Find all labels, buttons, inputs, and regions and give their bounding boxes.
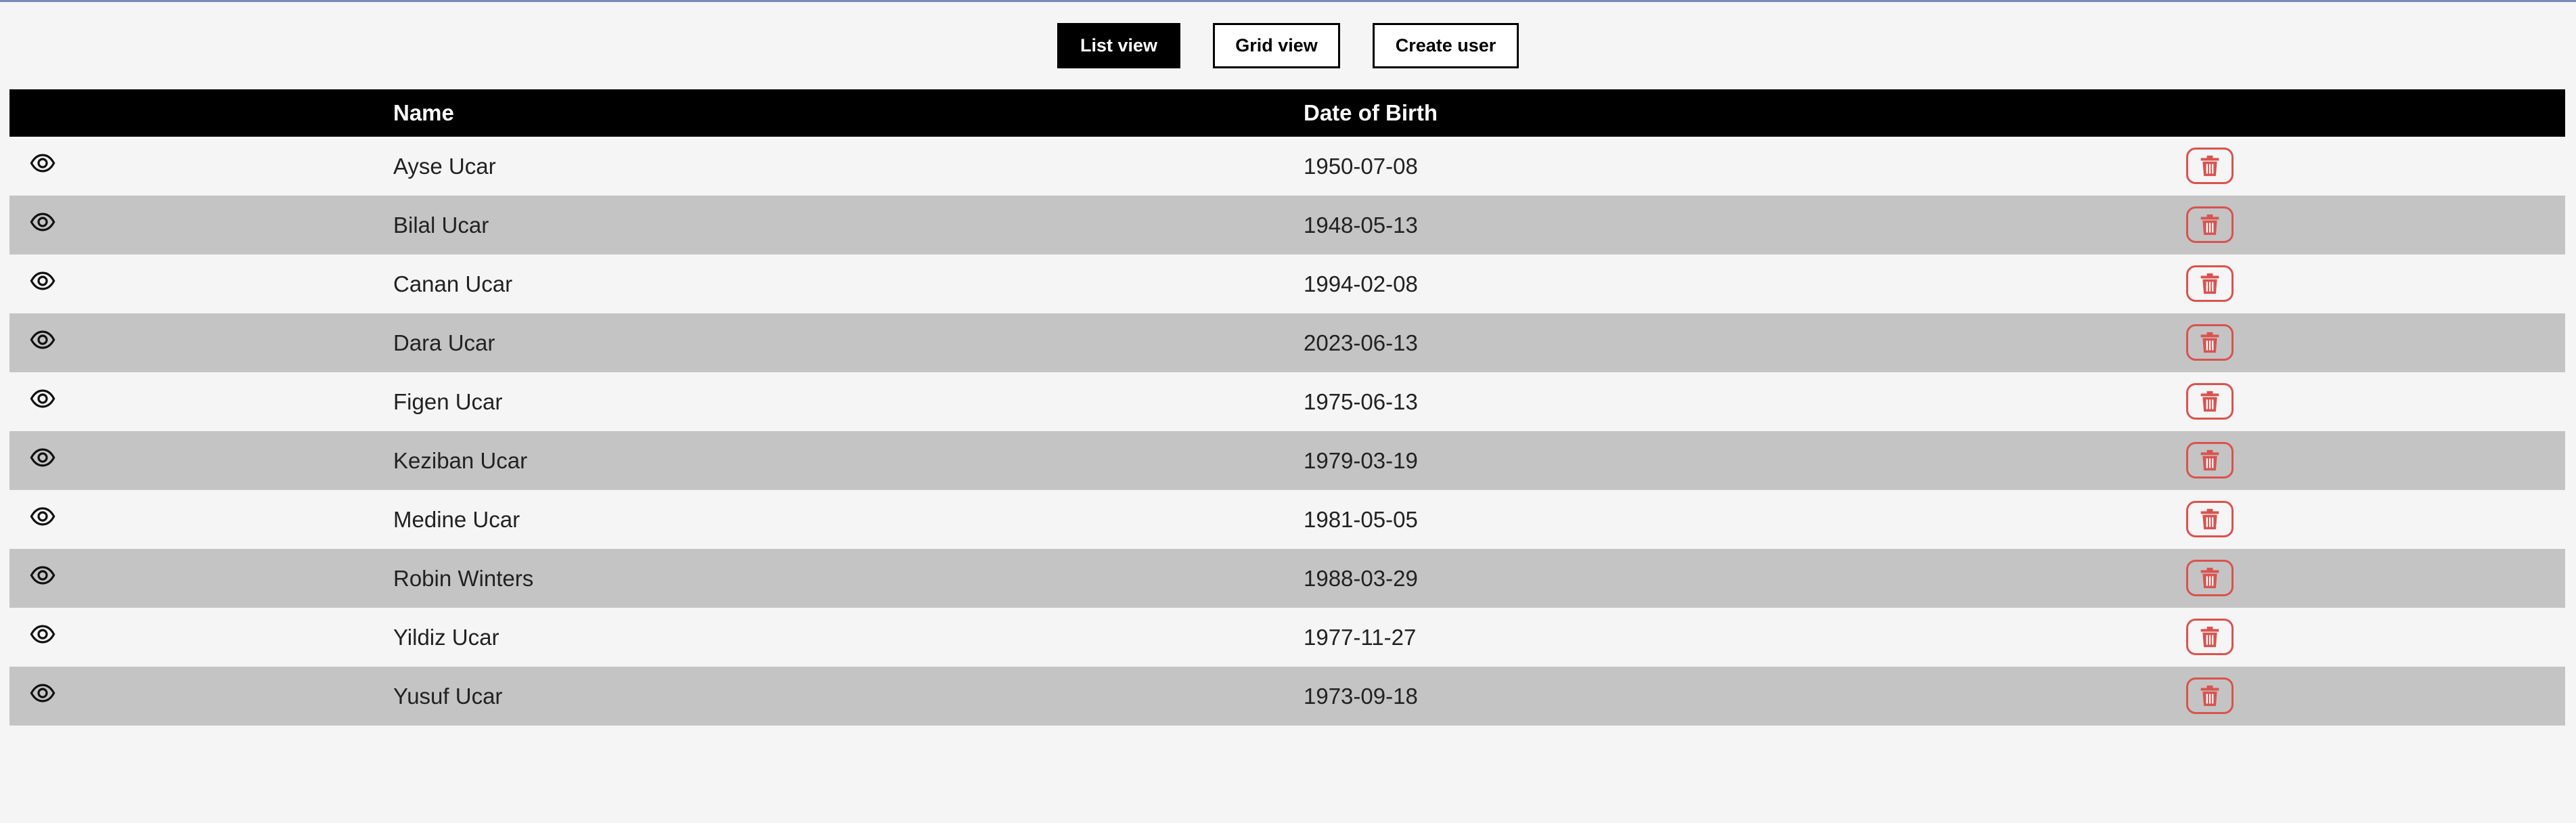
user-dob: 1948-05-13 xyxy=(1304,213,1418,238)
delete-user-button[interactable] xyxy=(2186,148,2234,184)
user-name: Dara Ucar xyxy=(393,330,495,355)
list-view-button[interactable]: List view xyxy=(1057,23,1180,68)
user-name: Medine Ucar xyxy=(393,507,520,532)
user-name: Robin Winters xyxy=(393,566,534,591)
create-user-button[interactable]: Create user xyxy=(1373,23,1519,68)
grid-view-button[interactable]: Grid view xyxy=(1213,23,1340,68)
eye-icon[interactable] xyxy=(30,680,55,706)
eye-icon[interactable] xyxy=(30,621,55,647)
user-dob: 1979-03-19 xyxy=(1304,448,1418,473)
view-toolbar: List view Grid view Create user xyxy=(0,23,2576,68)
eye-icon[interactable] xyxy=(30,209,55,235)
user-dob: 1973-09-18 xyxy=(1304,684,1418,709)
eye-icon[interactable] xyxy=(30,386,55,412)
delete-user-button[interactable] xyxy=(2186,206,2234,243)
eye-icon[interactable] xyxy=(30,268,55,294)
user-name: Yusuf Ucar xyxy=(393,684,503,709)
eye-icon[interactable] xyxy=(30,445,55,470)
trash-icon xyxy=(2200,391,2219,412)
trash-icon xyxy=(2200,155,2219,177)
user-dob: 2023-06-13 xyxy=(1304,330,1418,355)
eye-icon[interactable] xyxy=(30,562,55,588)
top-border xyxy=(0,0,2576,2)
delete-user-button[interactable] xyxy=(2186,442,2234,479)
user-dob: 1950-07-08 xyxy=(1304,154,1418,179)
trash-icon xyxy=(2200,332,2219,353)
table-row: Canan Ucar 1994-02-08 xyxy=(9,254,2565,313)
user-dob: 1977-11-27 xyxy=(1304,625,1417,650)
table-row: Yusuf Ucar 1973-09-18 xyxy=(9,667,2565,726)
trash-icon xyxy=(2200,626,2219,648)
user-name: Ayse Ucar xyxy=(393,154,496,179)
delete-user-button[interactable] xyxy=(2186,501,2234,537)
users-table: Name Date of Birth Ayse Ucar 1950-07-08 xyxy=(9,89,2565,726)
table-row: Figen Ucar 1975-06-13 xyxy=(9,372,2565,431)
table-header: Name Date of Birth xyxy=(9,89,2565,137)
user-dob: 1975-06-13 xyxy=(1304,389,1418,414)
delete-user-button[interactable] xyxy=(2186,265,2234,302)
user-name: Figen Ucar xyxy=(393,389,503,414)
delete-user-button[interactable] xyxy=(2186,677,2234,714)
table-row: Dara Ucar 2023-06-13 xyxy=(9,313,2565,372)
eye-icon[interactable] xyxy=(30,327,55,353)
user-dob: 1988-03-29 xyxy=(1304,566,1418,591)
trash-icon xyxy=(2200,273,2219,294)
table-body: Ayse Ucar 1950-07-08 Bilal Ucar 1948-05-… xyxy=(9,137,2565,726)
user-name: Yildiz Ucar xyxy=(393,625,499,650)
trash-icon xyxy=(2200,508,2219,530)
table-row: Yildiz Ucar 1977-11-27 xyxy=(9,608,2565,667)
column-header-dob: Date of Birth xyxy=(1304,100,1438,125)
trash-icon xyxy=(2200,449,2219,471)
eye-icon[interactable] xyxy=(30,150,55,176)
user-dob: 1981-05-05 xyxy=(1304,507,1418,532)
user-dob: 1994-02-08 xyxy=(1304,271,1418,296)
trash-icon xyxy=(2200,214,2219,236)
eye-icon[interactable] xyxy=(30,504,55,529)
delete-user-button[interactable] xyxy=(2186,383,2234,420)
user-name: Keziban Ucar xyxy=(393,448,528,473)
table-row: Medine Ucar 1981-05-05 xyxy=(9,490,2565,549)
trash-icon xyxy=(2200,685,2219,707)
table-row: Bilal Ucar 1948-05-13 xyxy=(9,196,2565,254)
delete-user-button[interactable] xyxy=(2186,324,2234,361)
table-row: Keziban Ucar 1979-03-19 xyxy=(9,431,2565,490)
user-name: Canan Ucar xyxy=(393,271,513,296)
table-row: Ayse Ucar 1950-07-08 xyxy=(9,137,2565,196)
user-name: Bilal Ucar xyxy=(393,213,489,238)
delete-user-button[interactable] xyxy=(2186,619,2234,655)
table-row: Robin Winters 1988-03-29 xyxy=(9,549,2565,608)
trash-icon xyxy=(2200,567,2219,589)
delete-user-button[interactable] xyxy=(2186,560,2234,596)
column-header-name: Name xyxy=(393,100,454,125)
